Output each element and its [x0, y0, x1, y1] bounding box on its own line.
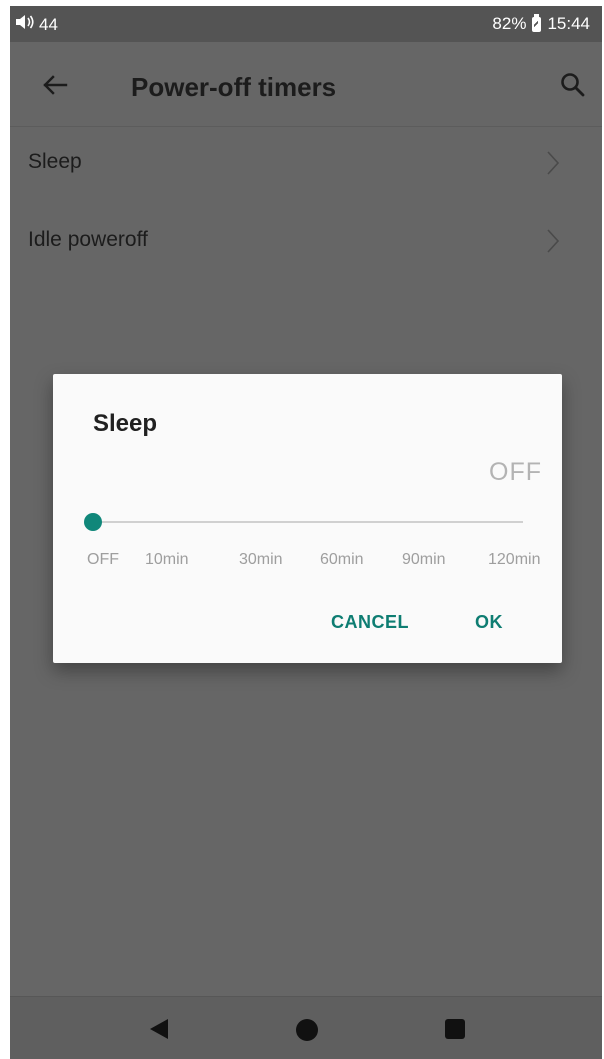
status-left: 44: [15, 14, 58, 35]
slider-thumb[interactable]: [84, 513, 102, 531]
volume-icon: [15, 14, 35, 35]
dialog-title: Sleep: [93, 410, 158, 437]
battery-icon: [532, 13, 542, 32]
slider-tick-label: OFF: [87, 551, 119, 568]
dialog-current-value: OFF: [489, 458, 542, 486]
chevron-right-icon: [547, 229, 560, 253]
screen: 44 82% 15:44 Power-off timers Sleep Idle: [10, 6, 602, 1059]
cancel-button[interactable]: CANCEL: [331, 612, 409, 633]
list-item-label: Sleep: [28, 150, 82, 173]
status-bar: 44 82% 15:44: [10, 6, 602, 42]
battery-percent: 82%: [492, 14, 527, 33]
square-recents-icon[interactable]: [445, 1019, 465, 1039]
nav-back-button[interactable]: [148, 1018, 170, 1040]
triangle-back-icon: [150, 1019, 168, 1039]
search-icon: [561, 73, 585, 97]
sleep-dialog: Sleep OFF OFF 10min 30min 60min 90min 12…: [53, 374, 562, 663]
list-item-sleep[interactable]: Sleep: [10, 126, 602, 204]
page-title: Power-off timers: [131, 72, 337, 102]
slider-tick-label: 10min: [145, 551, 189, 568]
app-bar: Power-off timers: [10, 42, 602, 127]
chevron-right-icon: [547, 151, 560, 175]
slider-tick-label: 60min: [320, 551, 364, 568]
volume-level: 44: [39, 14, 58, 34]
search-button[interactable]: [558, 70, 588, 100]
circle-home-icon[interactable]: [296, 1019, 318, 1041]
slider-tick-label: 30min: [239, 551, 283, 568]
arrow-left-icon: [43, 75, 68, 95]
list-item-idle-poweroff[interactable]: Idle poweroff: [10, 204, 602, 282]
nav-bar: [10, 996, 602, 1059]
list-item-label: Idle poweroff: [28, 228, 148, 251]
slider-track[interactable]: [93, 521, 523, 523]
status-right: 82% 15:44: [492, 13, 590, 34]
clock: 15:44: [547, 14, 590, 33]
slider-tick-label: 120min: [488, 551, 541, 568]
back-button[interactable]: [40, 70, 70, 100]
ok-button[interactable]: OK: [475, 612, 503, 633]
slider-tick-label: 90min: [402, 551, 446, 568]
